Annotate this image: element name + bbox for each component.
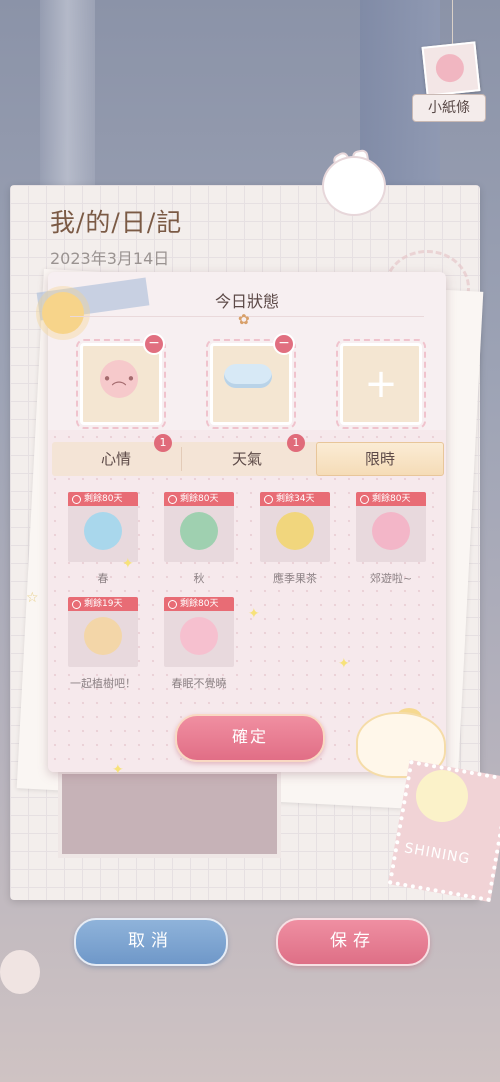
- mood-badge: 1: [154, 434, 172, 452]
- remove-mood-icon[interactable]: −: [143, 333, 165, 355]
- note-button[interactable]: 小紙條: [412, 94, 486, 122]
- sparkle-icon: ✦: [248, 606, 260, 622]
- item-card[interactable]: 剩餘80天: [68, 492, 138, 562]
- item-label: 春: [97, 572, 109, 585]
- remaining-days-tag: 剩餘80天: [68, 492, 138, 506]
- remaining-days-tag: 剩餘80天: [164, 492, 234, 506]
- tree-planting-art-icon: [84, 617, 122, 655]
- paw-decoration-icon: [0, 950, 40, 994]
- sad-face-icon: •︵•: [100, 360, 138, 398]
- cloud-icon: [224, 364, 272, 388]
- plus-icon: +: [364, 361, 398, 407]
- item-card[interactable]: 剩餘34天: [260, 492, 330, 562]
- item-label: 應季果茶: [273, 572, 317, 585]
- spring-sleep-art-icon: [180, 617, 218, 655]
- modal-title: 今日狀態: [214, 292, 279, 311]
- remove-weather-icon[interactable]: −: [273, 333, 295, 355]
- item-card[interactable]: 剩餘80天: [164, 492, 234, 562]
- curtain: [40, 0, 95, 200]
- sparkle-icon: ✦: [112, 762, 124, 778]
- note-photo-icon[interactable]: [421, 41, 481, 97]
- flower-icon: ✿: [238, 312, 250, 328]
- diary-date: 2023年3月14日: [50, 249, 170, 268]
- sparkle-icon: ✦: [122, 556, 134, 572]
- autumn-art-icon: [180, 512, 218, 550]
- confirm-button[interactable]: 確定: [175, 714, 325, 762]
- item-card[interactable]: 剩餘80天: [164, 597, 234, 667]
- weather-badge: 1: [287, 434, 305, 452]
- bird-icon: [416, 770, 468, 822]
- spring-art-icon: [84, 512, 122, 550]
- tab-limited[interactable]: 限時: [316, 442, 444, 476]
- item-label: 秋: [193, 572, 205, 585]
- photo-frame: [58, 770, 281, 858]
- item-card[interactable]: 剩餘80天: [356, 492, 426, 562]
- item-label: 春眠不覺曉: [171, 677, 227, 690]
- sparkle-icon: ✦: [338, 656, 350, 672]
- remaining-days-tag: 剩餘34天: [260, 492, 330, 506]
- outing-art-icon: [372, 512, 410, 550]
- remaining-days-tag: 剩餘19天: [68, 597, 138, 611]
- item-label: 郊遊啦~: [369, 572, 413, 585]
- hanging-string: [452, 0, 453, 48]
- item-card[interactable]: 剩餘19天: [68, 597, 138, 667]
- fruit-tea-art-icon: [276, 512, 314, 550]
- bunny-sticker-icon: [322, 156, 386, 216]
- tab-divider: [181, 447, 182, 471]
- save-button[interactable]: 保存: [276, 918, 430, 966]
- item-label: 一起植樹吧！: [70, 677, 136, 690]
- cancel-button[interactable]: 取消: [74, 918, 228, 966]
- diary-title: 我/的/日/記: [50, 208, 183, 237]
- star-icon: ☆: [26, 590, 39, 606]
- remaining-days-tag: 剩餘80天: [164, 597, 234, 611]
- remaining-days-tag: 剩餘80天: [356, 492, 426, 506]
